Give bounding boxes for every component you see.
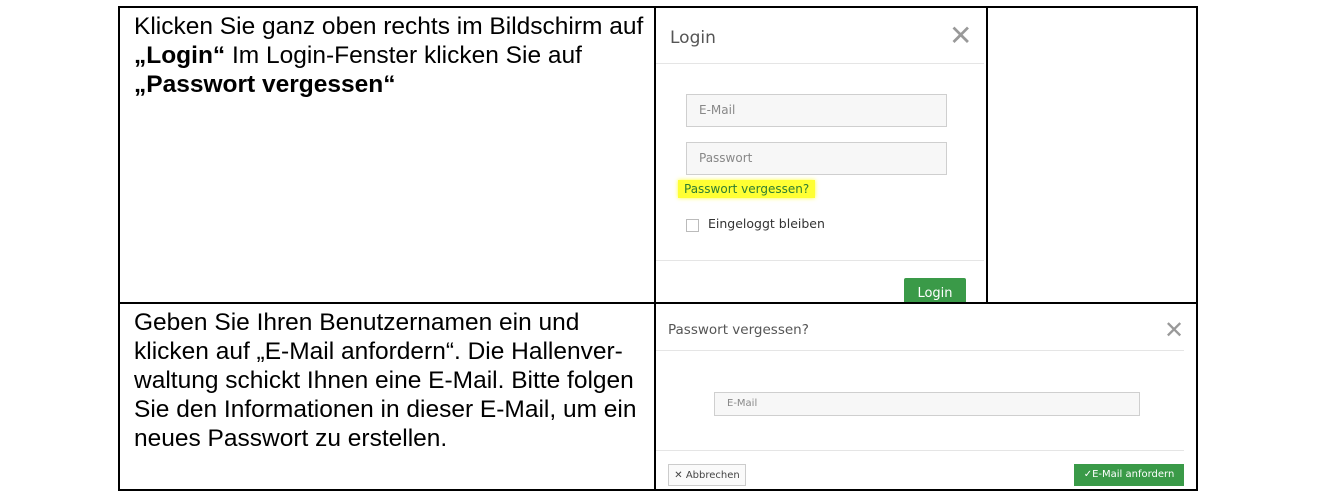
check-icon: ✓ [1083, 469, 1093, 480]
email-field[interactable]: E-Mail [714, 392, 1140, 416]
image-cell-divider [986, 8, 988, 302]
close-icon[interactable]: ✕ [1164, 318, 1184, 342]
close-icon[interactable]: ✕ [949, 22, 972, 50]
password-field[interactable]: Passwort [686, 142, 947, 175]
login-button[interactable]: Login [904, 278, 966, 302]
forgot-password-link[interactable]: Passwort vergessen? [678, 180, 816, 198]
modal-footer-divider [656, 260, 984, 261]
login-modal-title: Login [670, 28, 716, 48]
forgot-screenshot: Passwort vergessen? ✕ E-Mail ✕ Abbrechen… [656, 304, 1196, 489]
forgot-modal-title: Passwort vergessen? [668, 322, 809, 338]
login-modal: Login ✕ E-Mail Passwort Passwort vergess… [656, 8, 984, 302]
remember-checkbox[interactable] [686, 219, 699, 232]
forgot-term: „Passwort vergessen“ [134, 71, 396, 98]
modal-header-divider [656, 350, 1184, 351]
step-2-row: Geben Sie Ihren Benutzernamen ein und kl… [118, 302, 1198, 491]
modal-header-divider [656, 63, 984, 64]
email-field[interactable]: E-Mail [686, 94, 947, 127]
step-1-row: Klicken Sie ganz oben rechts im Bildschi… [118, 6, 1198, 304]
step-1-instructions: Klicken Sie ganz oben rechts im Bildschi… [120, 8, 656, 302]
remember-label: Eingeloggt bleiben [708, 216, 825, 231]
close-icon: ✕ [674, 470, 686, 481]
modal-footer-divider [656, 450, 1184, 451]
forgot-password-modal: Passwort vergessen? ✕ E-Mail ✕ Abbrechen… [656, 304, 1198, 489]
cancel-button[interactable]: ✕ Abbrechen [668, 464, 746, 486]
login-screenshot: Login ✕ E-Mail Passwort Passwort vergess… [656, 8, 1196, 302]
step-2-instructions: Geben Sie Ihren Benutzernamen ein und kl… [120, 304, 656, 489]
login-term: „Login“ [134, 42, 226, 69]
request-email-button[interactable]: ✓E-Mail anfordern [1074, 464, 1184, 486]
